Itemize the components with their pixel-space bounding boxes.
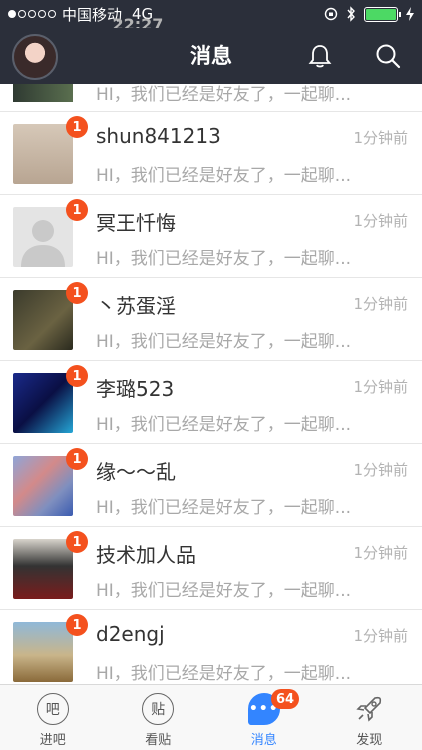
tab-label: 发现	[356, 733, 383, 748]
list-item[interactable]: 1 d2engj 1分钟前 HI，我们已经是好友了，一起聊...	[0, 610, 422, 684]
tab-jinba[interactable]: 吧 进吧	[0, 685, 106, 750]
message-preview: HI，我们已经是好友了，一起聊...	[96, 166, 352, 186]
bell-icon[interactable]	[306, 42, 334, 70]
tab-bar: 吧 进吧 贴 看贴 ••• 64 消息 发现	[0, 684, 422, 750]
contact-name: 丶苏蛋淫	[96, 294, 176, 318]
message-time: 1分钟前	[353, 378, 408, 396]
tab-kantie[interactable]: 贴 看贴	[106, 685, 212, 750]
contact-name: 技术加人品	[96, 543, 196, 567]
contact-name: 缘～～乱	[96, 460, 176, 484]
list-item[interactable]: 1 丶苏蛋淫 1分钟前 HI，我们已经是好友了，一起聊...	[0, 278, 422, 361]
default-avatar-icon	[21, 220, 65, 267]
signal-strength-icon	[8, 10, 56, 18]
avatar	[13, 622, 73, 682]
contact-name: 李璐523	[96, 377, 175, 401]
message-preview: HI，我们已经是好友了，一起聊...	[96, 581, 352, 601]
unread-badge: 1	[66, 365, 88, 387]
message-time: 1分钟前	[353, 461, 408, 479]
tab-messages[interactable]: ••• 64 消息	[211, 685, 317, 750]
unread-badge: 1	[66, 199, 88, 221]
bluetooth-icon	[347, 6, 355, 22]
nav-bar: 消息	[0, 28, 422, 84]
charging-icon	[406, 7, 414, 21]
status-bar: 中国移动 4G 22:27	[0, 0, 422, 34]
page-title: 消息	[190, 44, 232, 68]
avatar	[13, 456, 73, 516]
list-item[interactable]: 1 技术加人品 1分钟前 HI，我们已经是好友了，一起聊...	[0, 527, 422, 610]
message-list: HI，我们已经是好友了，一起聊... 1 shun841213 1分钟前 HI，…	[0, 84, 422, 684]
list-item[interactable]: HI，我们已经是好友了，一起聊...	[0, 84, 422, 112]
avatar	[13, 373, 73, 433]
unread-badge: 1	[66, 116, 88, 138]
message-preview: HI，我们已经是好友了，一起聊...	[96, 415, 352, 435]
list-item[interactable]: 1 缘～～乱 1分钟前 HI，我们已经是好友了，一起聊...	[0, 444, 422, 527]
unread-badge: 1	[66, 614, 88, 636]
search-icon[interactable]	[374, 42, 402, 70]
orientation-lock-icon	[324, 7, 338, 21]
contact-name: shun841213	[96, 124, 221, 148]
tab-discover[interactable]: 发现	[317, 685, 422, 750]
message-time: 1分钟前	[353, 544, 408, 562]
message-preview: HI，我们已经是好友了，一起聊...	[96, 664, 352, 684]
battery-icon	[364, 6, 401, 22]
tie-icon: 贴	[142, 693, 175, 725]
message-time: 1分钟前	[353, 295, 408, 313]
rocket-icon	[356, 696, 382, 722]
avatar	[13, 84, 73, 102]
message-preview: HI，我们已经是好友了，一起聊...	[96, 85, 352, 105]
list-item[interactable]: 1 冥王忏悔 1分钟前 HI，我们已经是好友了，一起聊...	[0, 195, 422, 278]
contact-name: 冥王忏悔	[96, 211, 176, 235]
message-time: 1分钟前	[353, 212, 408, 230]
message-preview: HI，我们已经是好友了，一起聊...	[96, 249, 352, 269]
unread-badge: 1	[66, 531, 88, 553]
avatar	[13, 124, 73, 184]
unread-badge: 1	[66, 448, 88, 470]
tab-label: 看贴	[145, 733, 172, 748]
unread-badge: 1	[66, 282, 88, 304]
message-time: 1分钟前	[353, 129, 408, 147]
list-item[interactable]: 1 shun841213 1分钟前 HI，我们已经是好友了，一起聊...	[0, 112, 422, 195]
contact-name: d2engj	[96, 622, 165, 646]
list-item[interactable]: 1 李璐523 1分钟前 HI，我们已经是好友了，一起聊...	[0, 361, 422, 444]
message-preview: HI，我们已经是好友了，一起聊...	[96, 498, 352, 518]
ba-icon: 吧	[36, 693, 69, 725]
tab-unread-badge: 64	[271, 689, 300, 709]
tab-label: 消息	[250, 733, 277, 748]
avatar	[13, 290, 73, 350]
message-preview: HI，我们已经是好友了，一起聊...	[96, 332, 352, 352]
tab-label: 进吧	[39, 733, 66, 748]
avatar	[13, 207, 73, 267]
message-time: 1分钟前	[353, 627, 408, 645]
avatar	[13, 539, 73, 599]
